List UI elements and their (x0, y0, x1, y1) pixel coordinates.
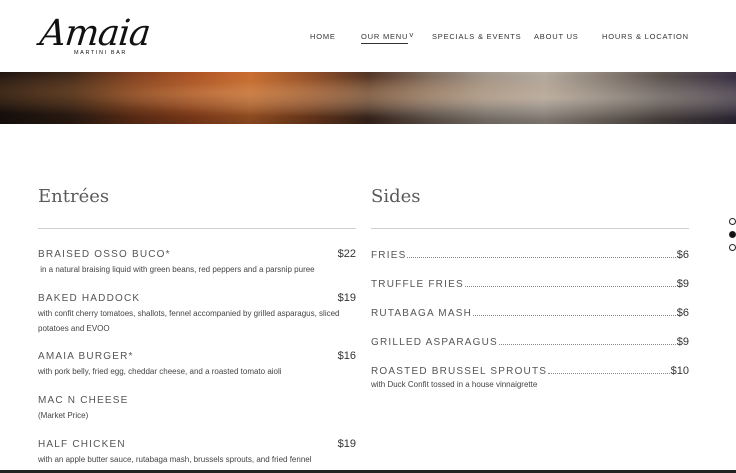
side-item-description: with Duck Confit tossed in a house vinna… (371, 380, 538, 389)
side-item: ROASTED BRUSSEL SPROUTS $10 with Duck Co… (371, 365, 689, 389)
dotted-leader (464, 278, 676, 287)
menu-item-price: $19 (337, 292, 356, 304)
chevron-down-icon[interactable]: ˅ (409, 31, 414, 40)
side-item: RUTABAGA MASH $6 (371, 307, 689, 320)
sides-heading: Sides (371, 186, 421, 207)
menu-item-name: MAC N CHEESE (38, 395, 129, 406)
nav-item-our-menu[interactable]: OUR MENU (361, 32, 409, 44)
menu-item-description: with confit cherry tomatoes, shallots, f… (38, 309, 340, 333)
menu-item: HALF CHICKEN $19 with an apple butter sa… (38, 438, 356, 468)
side-item: FRIES $6 (371, 249, 689, 262)
side-item-price: $10 (670, 365, 689, 377)
side-item-name: FRIES (371, 250, 407, 261)
side-item-price: $6 (676, 307, 689, 319)
main-nav: HOME OUR MENU ˅ SPECIALS & EVENTS ABOUT … (0, 31, 736, 46)
pager-dot-active[interactable] (729, 231, 736, 238)
side-item-name: TRUFFLE FRIES (371, 279, 464, 290)
side-item-price: $6 (676, 249, 689, 261)
logo-subtitle: MARTINI BAR (74, 50, 127, 56)
menu-item-price: $19 (337, 438, 356, 450)
nav-item-about-us[interactable]: ABOUT US (534, 32, 579, 41)
menu-item-name: HALF CHICKEN (38, 439, 126, 450)
side-item-price: $9 (676, 278, 689, 290)
hero-food-image (0, 72, 736, 124)
side-item-name: RUTABAGA MASH (371, 308, 472, 319)
menu-item-name: BRAISED OSSO BUCO* (38, 249, 171, 260)
entrees-heading: Entrées (38, 186, 110, 207)
section-pager (729, 218, 736, 257)
dotted-leader (548, 365, 670, 374)
side-item-price: $9 (676, 336, 689, 348)
menu-item-description: (Market Price) (38, 411, 89, 420)
menu-item-description: in a natural braising liquid with green … (38, 265, 315, 274)
side-item-name: GRILLED ASPARAGUS (371, 337, 498, 348)
menu-item-description: with an apple butter sauce, rutabaga mas… (38, 455, 312, 464)
menu-item-price: $22 (337, 248, 356, 260)
entrees-divider (38, 228, 356, 229)
dotted-leader (407, 249, 676, 258)
pager-dot[interactable] (729, 244, 736, 251)
site-header: Amaia MARTINI BAR HOME OUR MENU ˅ SPECIA… (0, 0, 736, 72)
menu-item-price: $16 (337, 350, 356, 362)
side-item: GRILLED ASPARAGUS $9 (371, 336, 689, 349)
menu-item: AMAIA BURGER* $16 with pork belly, fried… (38, 350, 356, 380)
menu-item-description: with pork belly, fried egg, cheddar chee… (38, 367, 282, 376)
side-item: TRUFFLE FRIES $9 (371, 278, 689, 291)
menu-item: MAC N CHEESE (Market Price) (38, 395, 356, 424)
nav-item-home[interactable]: HOME (310, 32, 336, 41)
side-item-name: ROASTED BRUSSEL SPROUTS (371, 366, 548, 377)
dotted-leader (473, 307, 676, 316)
menu-item: BAKED HADDOCK $19 with confit cherry tom… (38, 292, 356, 336)
dotted-leader (498, 336, 676, 345)
menu-item: BRAISED OSSO BUCO* $22 in a natural brai… (38, 248, 356, 278)
pager-dot[interactable] (729, 218, 736, 225)
nav-item-hours-location[interactable]: HOURS & LOCATION (602, 32, 689, 41)
nav-item-specials-events[interactable]: SPECIALS & EVENTS (432, 32, 521, 41)
menu-item-name: AMAIA BURGER* (38, 351, 134, 362)
sides-divider (371, 228, 689, 229)
menu-item-name: BAKED HADDOCK (38, 293, 141, 304)
